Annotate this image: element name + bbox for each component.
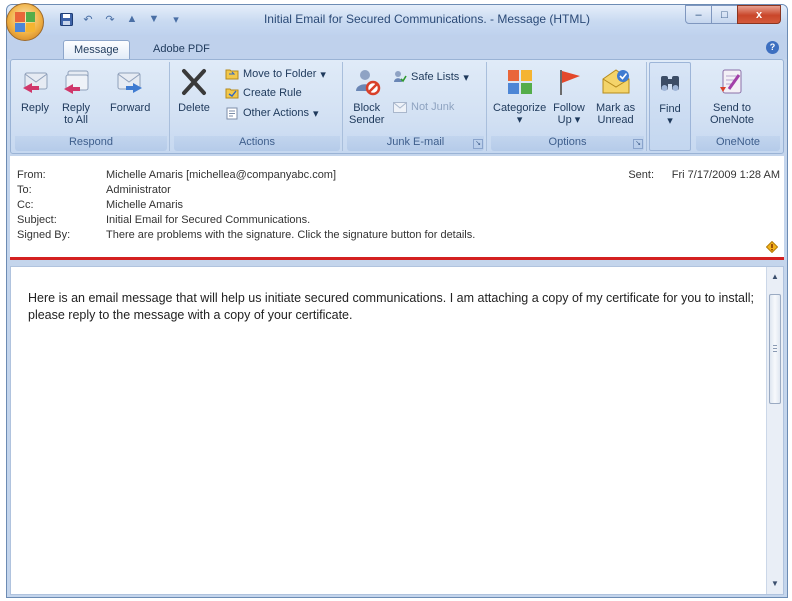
window-controls: – □ x [685,5,781,24]
group-actions: Delete Move to Folder ▾ Create Rule Other… [172,62,343,151]
other-actions-icon [225,106,239,120]
send-to-onenote-button[interactable]: Send to OneNote [710,66,754,126]
signed-by-value: There are problems with the signature. C… [106,229,476,241]
junk-launcher-icon[interactable]: ↘ [473,139,483,149]
vertical-scrollbar[interactable]: ▲ ▼ [766,267,783,594]
not-junk-icon [393,100,407,114]
to-value[interactable]: Administrator [106,184,171,196]
reply-all-button[interactable]: Reply to All [60,66,92,126]
office-button[interactable] [6,3,44,41]
group-label-actions: Actions [174,136,340,151]
create-rule-icon [225,86,239,100]
move-to-folder-button[interactable]: Move to Folder ▾ [225,67,326,81]
signature-warning-icon[interactable] [765,240,779,254]
ribbon: Reply Reply to All Forward Respond Delet… [10,59,784,154]
subject-value: Initial Email for Secured Communications… [106,214,311,226]
follow-up-button[interactable]: Follow Up ▾ [553,66,585,126]
group-label-junk-email: Junk E-mail [347,136,484,151]
minimize-button[interactable]: – [685,5,712,24]
block-sender-icon [351,66,383,98]
create-rule-button[interactable]: Create Rule [225,86,302,100]
mark-unread-icon [600,66,632,98]
scrollbar-thumb[interactable] [769,294,781,404]
reply-icon [19,66,51,98]
message-window: ↶ ↷ ▲ ▼ ▾ Initial Email for Secured Comm… [6,4,788,598]
help-icon[interactable]: ? [766,41,779,54]
reply-button[interactable]: Reply [19,66,51,114]
forward-icon [114,66,146,98]
options-launcher-icon[interactable]: ↘ [633,139,643,149]
body-text: Here is an email message that will help … [28,291,755,322]
ribbon-tabs: Message Adobe PDF ? [7,35,787,59]
categorize-icon [504,66,536,98]
message-header: From: Michelle Amaris [michellea@company… [10,156,784,260]
tab-message[interactable]: Message [63,40,130,59]
find-button[interactable]: Find ▾ [649,62,691,151]
scroll-down-arrow-icon[interactable]: ▼ [767,576,783,592]
mark-as-unread-button[interactable]: Mark as Unread [596,66,635,126]
other-actions-button[interactable]: Other Actions ▾ [225,106,319,120]
safe-lists-button[interactable]: Safe Lists ▾ [393,70,469,84]
delete-button[interactable]: Delete [178,66,210,114]
delete-icon [178,66,210,98]
group-label-options: Options [491,136,644,151]
window-title: Initial Email for Secured Communications… [263,12,591,26]
title-bar: ↶ ↷ ▲ ▼ ▾ Initial Email for Secured Comm… [7,5,787,35]
from-value[interactable]: Michelle Amaris [michellea@companyabc.co… [106,169,336,181]
tab-adobe-pdf[interactable]: Adobe PDF [143,40,220,59]
group-label-onenote: OneNote [696,136,780,151]
group-junk-email: Block Sender Safe Lists ▾ Not Junk Junk E… [345,62,487,151]
follow-up-flag-icon [553,66,585,98]
maximize-button[interactable]: □ [711,5,738,24]
group-options: Categorize ▾ Follow Up ▾ Mark as Unread … [489,62,647,151]
office-logo-icon [15,12,35,32]
safe-lists-icon [393,70,407,84]
binoculars-icon [654,67,686,99]
message-body[interactable]: Here is an email message that will help … [10,266,784,595]
cc-value[interactable]: Michelle Amaris [106,199,183,211]
group-label-respond: Respond [15,136,167,151]
not-junk-button[interactable]: Not Junk [393,100,454,114]
move-folder-icon [225,67,239,81]
sent-label: Sent: [628,169,654,181]
reply-all-icon [60,66,92,98]
sent-value: Fri 7/17/2009 1:28 AM [671,169,780,181]
categorize-button[interactable]: Categorize ▾ [493,66,546,126]
onenote-icon [716,66,748,98]
group-respond: Reply Reply to All Forward Respond [13,62,170,151]
scroll-up-arrow-icon[interactable]: ▲ [767,269,783,285]
group-onenote: Send to OneNote OneNote [694,62,782,151]
block-sender-button[interactable]: Block Sender [349,66,384,126]
forward-button[interactable]: Forward [110,66,150,114]
find-button-inner: Find ▾ [654,67,686,127]
close-button[interactable]: x [737,5,781,24]
